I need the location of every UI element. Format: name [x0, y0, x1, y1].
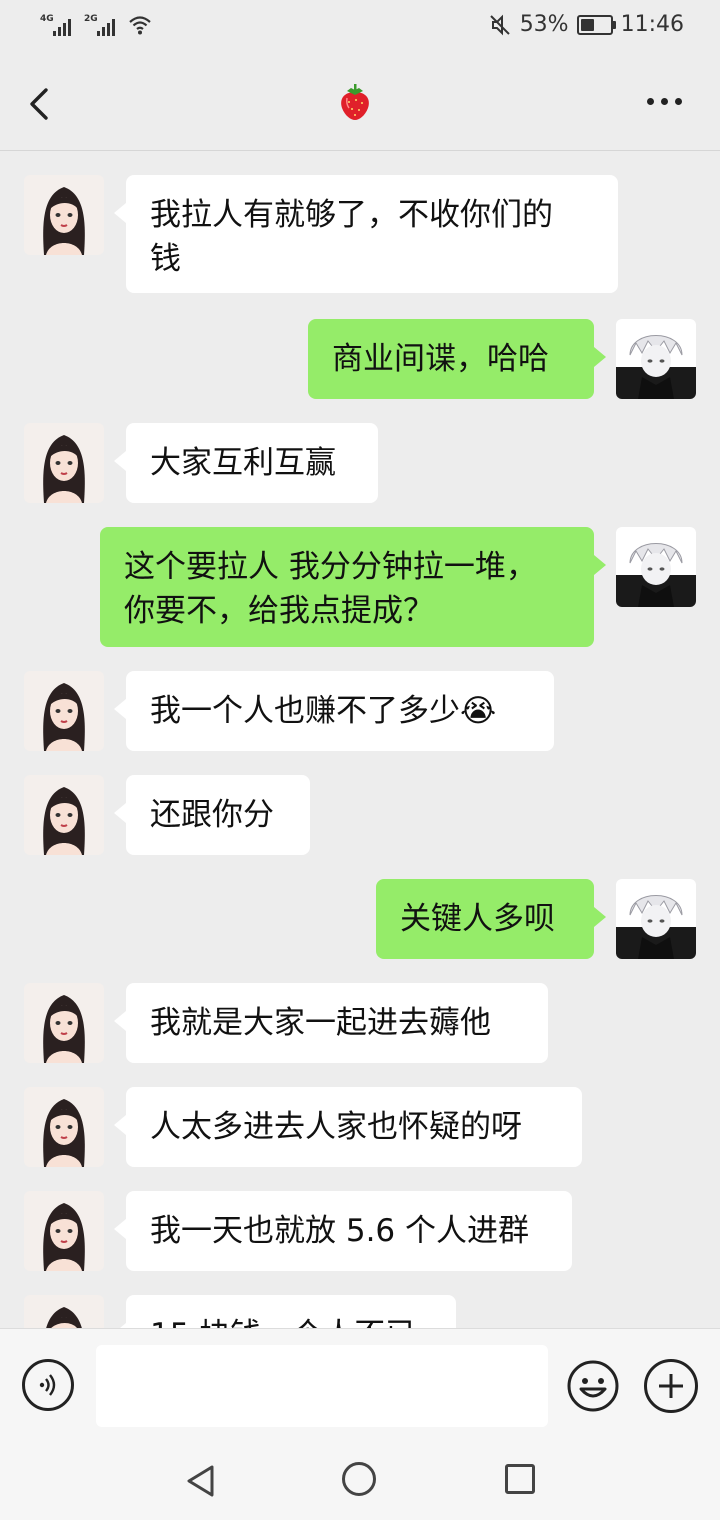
signal-4g-icon: 4G [40, 14, 74, 36]
strawberry-emoji-icon [341, 84, 369, 120]
my-avatar[interactable] [616, 319, 696, 399]
message-bubble[interactable]: 这个要拉人 我分分钟拉一堆， 你要不，给我点提成？ [100, 527, 606, 647]
back-button[interactable] [26, 84, 56, 124]
emoji-button[interactable] [566, 1359, 620, 1413]
nav-back-button[interactable] [184, 1464, 218, 1498]
message-bubble[interactable]: 我一个人也赚不了多少😭 [114, 671, 554, 751]
input-bar [0, 1328, 720, 1441]
contact-avatar[interactable] [24, 775, 104, 855]
nav-recent-button[interactable] [505, 1464, 535, 1494]
signal-group: 4G 2G [40, 14, 152, 36]
status-bar: 4G 2G 53% 11:46 [0, 0, 720, 56]
message-bubble[interactable]: 人太多进去人家也怀疑的呀 [114, 1087, 582, 1167]
status-right: 53% 11:46 [488, 12, 684, 37]
plus-icon [659, 1374, 683, 1398]
wifi-icon [129, 16, 151, 35]
chat-area[interactable]: 我拉人有就够了，不收你们的 钱 商业间谍，哈哈 大家互利互赢 这个要拉人 我分分… [0, 151, 720, 1328]
battery-percent: 53% [519, 12, 569, 37]
clock: 11:46 [620, 12, 684, 37]
message-bubble[interactable]: 关键人多呗 [376, 879, 606, 959]
chat-header [0, 56, 720, 151]
mute-icon [489, 14, 510, 35]
message-bubble[interactable]: 还跟你分 [114, 775, 310, 855]
contact-avatar[interactable] [24, 1295, 104, 1328]
voice-icon [39, 1374, 56, 1396]
contact-avatar[interactable] [24, 423, 104, 503]
nav-home-button[interactable] [342, 1462, 376, 1496]
message-bubble[interactable]: 商业间谍，哈哈 [308, 319, 606, 399]
my-avatar[interactable] [616, 527, 696, 607]
message-bubble[interactable]: 15 块钱一个人不已 [114, 1295, 456, 1328]
my-avatar[interactable] [616, 879, 696, 959]
contact-avatar[interactable] [24, 983, 104, 1063]
voice-button[interactable] [22, 1359, 74, 1411]
contact-avatar[interactable] [24, 175, 104, 255]
message-bubble[interactable]: 我拉人有就够了，不收你们的 钱 [114, 175, 618, 293]
more-options-button[interactable] [647, 98, 682, 105]
signal-2g-icon: 2G [84, 14, 118, 36]
contact-avatar[interactable] [24, 1087, 104, 1167]
plus-button[interactable] [644, 1359, 698, 1413]
contact-avatar[interactable] [24, 1191, 104, 1271]
message-bubble[interactable]: 我就是大家一起进去薅他 [114, 983, 548, 1063]
message-bubble[interactable]: 大家互利互赢 [114, 423, 378, 503]
message-input[interactable] [96, 1345, 548, 1427]
message-bubble[interactable]: 我一天也就放 5.6 个人进群 [114, 1191, 572, 1271]
system-nav-bar [0, 1440, 720, 1520]
contact-avatar[interactable] [24, 671, 104, 751]
battery-icon [576, 14, 616, 35]
